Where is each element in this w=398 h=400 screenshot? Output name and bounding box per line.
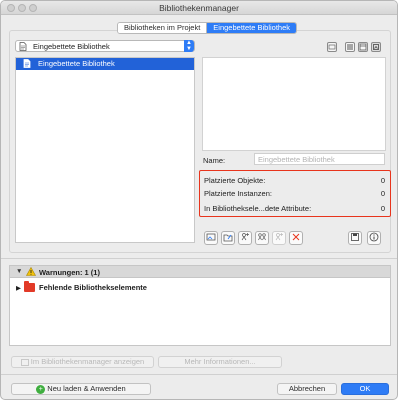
list-view-icon[interactable]: [345, 42, 355, 52]
name-label: Name:: [203, 156, 226, 165]
stat-label: In Bibliotheksele...dete Attribute:: [204, 204, 312, 213]
stat-value: 0: [380, 189, 385, 198]
show-in-manager-button[interactable]: Im Bibliothekenmanager anzeigen: [11, 356, 154, 368]
show-in-manager-icon: [20, 358, 29, 366]
object-add-icon: [241, 233, 249, 241]
disclosure-triangle-icon[interactable]: ▶: [16, 284, 21, 292]
library-select-value: Eingebettete Bibliothek: [33, 42, 110, 51]
add-object-button[interactable]: [238, 231, 252, 245]
tree-item-label: Eingebettete Bibliothek: [38, 59, 115, 68]
save-button[interactable]: [348, 231, 362, 245]
folder-icon: [24, 281, 35, 292]
stat-value: 0: [380, 176, 385, 185]
folder-edit-icon: [223, 234, 233, 242]
cancel-button[interactable]: Abbrechen: [277, 383, 337, 395]
warning-icon: [25, 266, 37, 278]
stat-label: Platzierte Objekte:: [204, 176, 266, 185]
chevron-updown-icon: ▲ ▼: [184, 40, 194, 52]
document-icon: [19, 42, 27, 53]
window-title: Bibliothekenmanager: [159, 3, 239, 13]
edit-folder-button[interactable]: [221, 231, 235, 245]
library-tree: Eingebettete Bibliothek: [15, 57, 195, 243]
name-field[interactable]: Eingebettete Bibliothek: [254, 153, 385, 165]
stats-box: Platzierte Objekte: 0 Platzierte Instanz…: [199, 170, 391, 217]
reload-icon: +: [36, 384, 46, 394]
warnings-header[interactable]: ▼ Warnungen: 1 (1): [9, 265, 391, 278]
preview-area: [202, 57, 386, 151]
warning-item-label: Fehlende Bibliothekselemente: [39, 283, 147, 292]
preview-view-icon[interactable]: [371, 42, 381, 52]
stat-row: In Bibliotheksele...dete Attribute: 0: [204, 204, 385, 214]
duplicate-object-button[interactable]: [255, 231, 269, 245]
ok-button[interactable]: OK: [341, 383, 389, 395]
info-icon: [369, 232, 379, 242]
disclosure-triangle-icon[interactable]: ▼: [16, 268, 22, 275]
warnings-list: ▶ Fehlende Bibliothekselemente: [9, 278, 391, 346]
library-manager-window: Bibliothekenmanager Bibliotheken im Proj…: [0, 0, 398, 400]
stat-value: 0: [380, 204, 385, 213]
tab-embedded-library[interactable]: Eingebettete Bibliothek: [206, 23, 297, 33]
object-move-icon: [275, 233, 283, 241]
library-info-icon[interactable]: [327, 42, 337, 52]
details-view-icon[interactable]: [358, 42, 368, 52]
info-button[interactable]: [367, 231, 381, 245]
save-icon: [351, 233, 359, 241]
delete-button[interactable]: [289, 231, 303, 245]
stat-row: Platzierte Objekte: 0: [204, 176, 385, 186]
show-in-manager-label: Im Bibliothekenmanager anzeigen: [30, 357, 145, 366]
more-info-button[interactable]: Mehr Informationen...: [158, 356, 282, 368]
image-add-icon: [206, 233, 216, 241]
title-bar: Bibliothekenmanager: [1, 1, 397, 15]
move-object-button[interactable]: [272, 231, 286, 245]
divider: [1, 258, 397, 259]
reload-apply-label: Neu laden & Anwenden: [47, 384, 126, 393]
stat-row: Platzierte Instanzen: 0: [204, 189, 385, 199]
reload-apply-button[interactable]: + Neu laden & Anwenden: [11, 383, 151, 395]
stat-label: Platzierte Instanzen:: [204, 189, 272, 198]
tab-libraries-in-project[interactable]: Bibliotheken im Projekt: [118, 23, 207, 33]
divider: [1, 374, 397, 375]
objects-duplicate-icon: [258, 233, 266, 241]
warnings-title: Warnungen: 1 (1): [39, 268, 100, 277]
tab-bar: Bibliotheken im Projekt Eingebettete Bib…: [117, 22, 298, 34]
tree-item-embedded-library[interactable]: Eingebettete Bibliothek: [16, 58, 194, 70]
add-image-button[interactable]: [204, 231, 218, 245]
document-icon: [23, 59, 31, 70]
library-select[interactable]: Eingebettete Bibliothek ▲ ▼: [15, 40, 195, 52]
close-icon: [292, 233, 300, 241]
